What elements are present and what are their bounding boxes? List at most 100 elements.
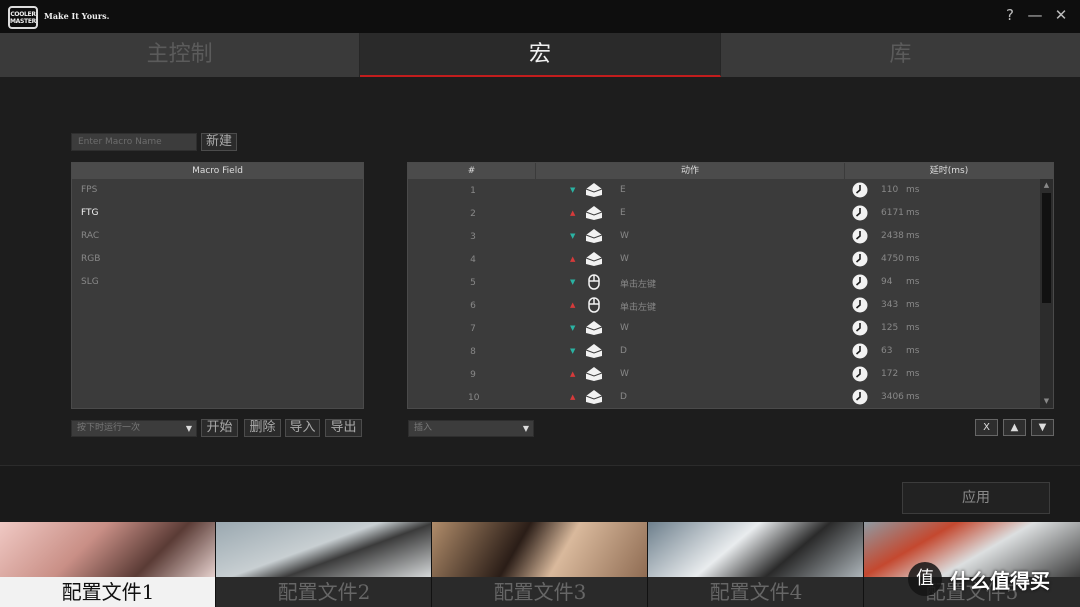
export-button[interactable]: 导出 xyxy=(325,419,362,437)
clock-icon xyxy=(852,274,868,290)
move-down-button[interactable]: ▼ xyxy=(1031,419,1054,436)
step-number: 3 xyxy=(470,232,476,242)
insert-value: 插入 xyxy=(414,423,433,433)
sequence-rows: 1 ▼ E 110 ms 2 ▲ E 6171 ms 3 ▼ W 2438 ms 4 ▲ W 4750 ms 5 ▼ 单击左… xyxy=(408,179,1053,408)
delay-unit: ms xyxy=(906,392,920,402)
scroll-down-icon[interactable]: ▼ xyxy=(1040,395,1053,408)
step-number: 6 xyxy=(470,301,476,311)
clear-step-button[interactable]: X xyxy=(975,419,998,436)
help-button[interactable]: ? xyxy=(1001,6,1019,24)
delay-unit: ms xyxy=(906,300,920,310)
tab-macro[interactable]: 宏 xyxy=(360,33,721,77)
step-action: W xyxy=(620,231,629,241)
header-action: 动作 xyxy=(536,163,845,179)
import-button[interactable]: 导入 xyxy=(285,419,320,437)
app-window: COOLER MASTER Make It Yours. ? — ✕ 主控制 宏… xyxy=(0,0,1080,607)
move-up-button[interactable]: ▲ xyxy=(1003,419,1026,436)
sequence-row[interactable]: 3 ▼ W 2438 ms xyxy=(408,225,1053,248)
key-down-icon: ▼ xyxy=(570,347,576,355)
profile-3[interactable]: 配置文件3 xyxy=(432,522,648,607)
watermark-text: 什么值得买 xyxy=(950,568,1050,593)
apply-button[interactable]: 应用 xyxy=(902,482,1050,514)
macro-item-rac[interactable]: RAC xyxy=(72,225,363,248)
keyboard-key-icon xyxy=(585,228,603,244)
tab-main-control[interactable]: 主控制 xyxy=(0,33,361,77)
start-button[interactable]: 开始 xyxy=(201,419,238,437)
delay-unit: ms xyxy=(906,208,920,218)
profile-4[interactable]: 配置文件4 xyxy=(648,522,864,607)
sequence-row[interactable]: 10 ▲ D 3406 ms xyxy=(408,386,1053,408)
clock-icon xyxy=(852,251,868,267)
profile-1[interactable]: 配置文件1 xyxy=(0,522,216,607)
macro-name-input[interactable] xyxy=(71,133,197,151)
macro-item-slg[interactable]: SLG xyxy=(72,271,363,294)
step-delay: 63 xyxy=(881,346,893,356)
sequence-row[interactable]: 6 ▲ 单击左键 343 ms xyxy=(408,294,1053,317)
brand-tagline: Make It Yours. xyxy=(44,11,110,21)
profile-2[interactable]: 配置文件2 xyxy=(216,522,432,607)
tab-library[interactable]: 库 xyxy=(721,33,1080,77)
key-down-icon: ▼ xyxy=(570,232,576,240)
delay-unit: ms xyxy=(906,323,920,333)
title-bar: COOLER MASTER Make It Yours. ? — ✕ xyxy=(0,0,1080,33)
step-number: 10 xyxy=(468,393,480,403)
key-down-icon: ▼ xyxy=(570,324,576,332)
macro-field-header: Macro Field xyxy=(72,163,363,179)
step-action: D xyxy=(620,346,627,356)
profile-photo xyxy=(432,522,647,577)
clock-icon xyxy=(852,297,868,313)
sequence-scrollbar[interactable]: ▲ ▼ xyxy=(1040,179,1053,408)
new-macro-button[interactable]: 新建 xyxy=(201,133,237,151)
close-button[interactable]: ✕ xyxy=(1052,6,1070,24)
sequence-row[interactable]: 4 ▲ W 4750 ms xyxy=(408,248,1053,271)
scroll-thumb[interactable] xyxy=(1042,193,1051,303)
watermark: 值 什么值得买 xyxy=(908,562,1050,596)
delete-button[interactable]: 删除 xyxy=(244,419,281,437)
step-number: 2 xyxy=(470,209,476,219)
profile-photo xyxy=(648,522,863,577)
profile-label: 配置文件2 xyxy=(216,577,431,607)
insert-dropdown[interactable]: 插入 ▼ xyxy=(408,420,534,437)
main-tabs: 主控制 宏 库 xyxy=(0,33,1080,77)
step-delay: 3406 xyxy=(881,392,904,402)
step-action: E xyxy=(620,185,626,195)
sequence-row[interactable]: 7 ▼ W 125 ms xyxy=(408,317,1053,340)
keyboard-key-icon xyxy=(585,343,603,359)
sequence-row[interactable]: 5 ▼ 单击左键 94 ms xyxy=(408,271,1053,294)
macro-item-fps[interactable]: FPS xyxy=(72,179,363,202)
keyboard-key-icon xyxy=(585,366,603,382)
sequence-row[interactable]: 8 ▼ D 63 ms xyxy=(408,340,1053,363)
step-delay: 172 xyxy=(881,369,899,379)
key-up-icon: ▲ xyxy=(570,301,576,309)
clock-icon xyxy=(852,343,868,359)
macro-item-rgb[interactable]: RGB xyxy=(72,248,363,271)
step-number: 7 xyxy=(470,324,476,334)
run-mode-dropdown[interactable]: 按下时运行一次 ▼ xyxy=(71,420,197,437)
macro-item-ftg[interactable]: FTG xyxy=(72,202,363,225)
step-number: 5 xyxy=(470,278,476,288)
header-number: # xyxy=(408,163,536,179)
step-number: 9 xyxy=(470,370,476,380)
clock-icon xyxy=(852,182,868,198)
sequence-row[interactable]: 1 ▼ E 110 ms xyxy=(408,179,1053,202)
step-action: E xyxy=(620,208,626,218)
macro-sequence-panel: # 动作 延时(ms) 1 ▼ E 110 ms 2 ▲ E 6171 ms 3 ▼ W 2438 ms 4 ▲… xyxy=(407,162,1054,409)
sequence-row[interactable]: 9 ▲ W 172 ms xyxy=(408,363,1053,386)
scroll-up-icon[interactable]: ▲ xyxy=(1040,179,1053,192)
keyboard-key-icon xyxy=(585,320,603,336)
minimize-button[interactable]: — xyxy=(1026,6,1044,24)
profile-label: 配置文件1 xyxy=(0,577,215,607)
keyboard-key-icon xyxy=(585,389,603,405)
step-action: 单击左键 xyxy=(620,303,657,313)
key-down-icon: ▼ xyxy=(570,186,576,194)
step-delay: 2438 xyxy=(881,231,904,241)
step-delay: 343 xyxy=(881,300,899,310)
keyboard-key-icon xyxy=(585,251,603,267)
profile-label: 配置文件3 xyxy=(432,577,647,607)
macro-editor: 新建 Macro Field FPS FTG RAC RGB SLG # 动作 … xyxy=(0,77,1080,465)
clock-icon xyxy=(852,366,868,382)
sequence-row[interactable]: 2 ▲ E 6171 ms xyxy=(408,202,1053,225)
watermark-logo-icon: 值 xyxy=(908,562,942,596)
macro-field-panel: Macro Field FPS FTG RAC RGB SLG xyxy=(71,162,364,409)
delay-unit: ms xyxy=(906,185,920,195)
